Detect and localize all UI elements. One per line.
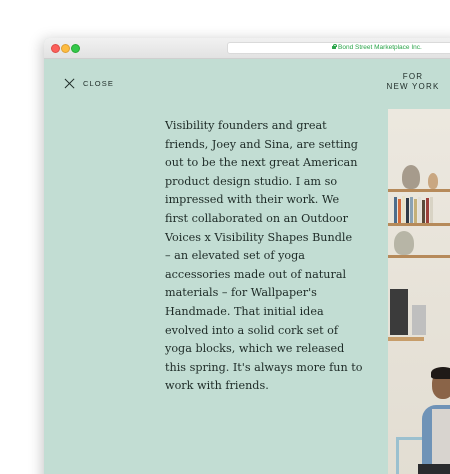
minimize-window-button[interactable]	[61, 44, 70, 53]
address-bar-text: Bond Street Marketplace Inc.	[338, 44, 422, 51]
logo-line-for: FOR	[402, 72, 424, 81]
body-line: Voices x Visibility Shapes Bundle	[165, 230, 353, 244]
for-new-york-logo[interactable]: FOR NEW YORK	[382, 72, 444, 92]
zoom-window-button[interactable]	[71, 44, 80, 53]
body-line: this spring. It's always more fun to	[165, 360, 363, 374]
body-line: out to be the next great American	[165, 156, 358, 170]
photo-vase	[402, 165, 420, 189]
body-line: product design studio. I am so	[165, 174, 338, 188]
photo-book	[410, 197, 413, 223]
body-line: friends, Joey and Sina, are setting	[165, 137, 358, 151]
photo-book	[414, 199, 417, 223]
photo-book	[394, 197, 397, 223]
close-window-button[interactable]	[51, 44, 60, 53]
body-line: accessories made out of natural	[165, 267, 347, 281]
body-line: Visibility founders and great	[165, 119, 327, 132]
photo-espresso-machine	[390, 289, 408, 335]
photo-book	[422, 200, 425, 223]
body-line: yoga blocks, which we released	[165, 342, 345, 356]
body-line: first collaborated on an Outdoor	[165, 211, 348, 225]
close-button[interactable]: CLOSE	[64, 77, 114, 89]
body-line: impressed with their work. We	[165, 193, 340, 207]
close-label: CLOSE	[83, 78, 114, 88]
lock-icon	[332, 43, 337, 49]
studio-photo	[388, 109, 450, 474]
body-line: work with friends.	[165, 379, 269, 393]
photo-book	[418, 197, 421, 223]
close-icon	[64, 78, 75, 89]
browser-titlebar: Bond Street Marketplace Inc.	[44, 38, 450, 59]
photo-shelf	[388, 255, 450, 258]
article-body: Visibility founders and great friends, J…	[165, 117, 380, 396]
photo-person-hair	[431, 367, 450, 379]
photo-grinder	[412, 305, 426, 335]
photo-counter	[388, 337, 424, 341]
photo-book	[426, 198, 429, 223]
browser-window: Bond Street Marketplace Inc. CLOSE FOR N…	[44, 38, 450, 474]
screenshot-stage: Bond Street Marketplace Inc. CLOSE FOR N…	[0, 0, 450, 474]
logo-line-city: NEW YORK	[386, 82, 440, 91]
photo-vase	[428, 173, 438, 189]
photo-book	[402, 196, 405, 223]
photo-book	[398, 199, 401, 223]
body-line: evolved into a solid cork set of	[165, 323, 339, 337]
photo-shelf	[388, 223, 450, 226]
photo-book	[430, 197, 433, 223]
address-bar[interactable]: Bond Street Marketplace Inc.	[227, 42, 450, 54]
body-line: materials – for Wallpaper's	[165, 286, 317, 300]
body-line: – an elevated set of yoga	[165, 249, 305, 263]
body-line: Handmade. That initial idea	[165, 304, 324, 318]
photo-person-legs	[418, 464, 450, 474]
photo-person-shirt	[432, 409, 450, 469]
photo-shelf	[388, 189, 450, 192]
photo-book	[406, 198, 409, 223]
photo-vase	[394, 231, 414, 255]
